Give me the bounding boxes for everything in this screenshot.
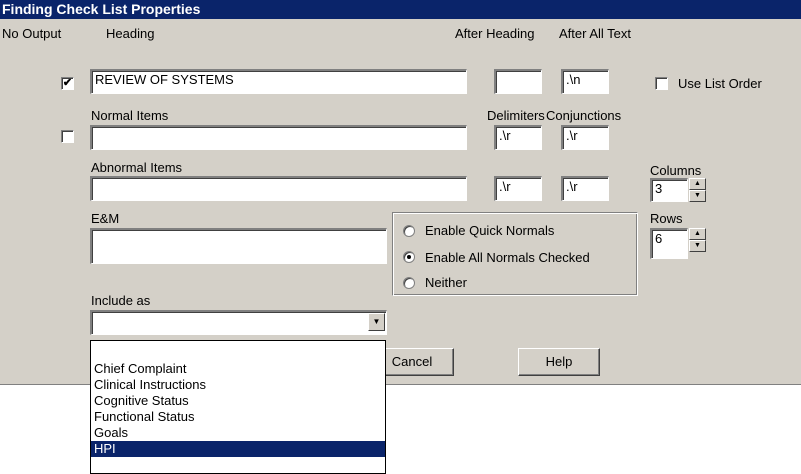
normal-conjunction-input[interactable]: .\r — [561, 125, 609, 150]
after-heading-input[interactable] — [494, 69, 542, 94]
no-output-normal-checkbox[interactable] — [61, 130, 74, 143]
dialog-title: Finding Check List Properties — [0, 0, 801, 19]
normal-items-label: Normal Items — [91, 108, 169, 123]
use-list-order-label: Use List Order — [678, 76, 762, 91]
normal-items-input[interactable] — [90, 125, 467, 150]
rows-input[interactable]: 6 — [650, 228, 688, 259]
include-as-dropdown-list[interactable]: Chief Complaint Clinical Instructions Co… — [90, 340, 386, 474]
radio-neither-label[interactable]: Neither — [425, 275, 467, 290]
radio-selected-dot — [407, 255, 411, 259]
radio-all-normals-checked[interactable] — [403, 251, 415, 263]
no-output-heading-checkbox[interactable]: ✔ — [61, 77, 74, 90]
rows-label: Rows — [650, 211, 683, 226]
spin-down-icon[interactable]: ▼ — [689, 190, 706, 202]
dropdown-item[interactable]: Functional Status — [91, 409, 385, 425]
delimiters-label: Delimiters — [487, 108, 545, 123]
columns-input[interactable]: 3 — [650, 178, 688, 202]
dropdown-arrow-icon[interactable]: ▼ — [368, 313, 385, 331]
use-list-order-checkbox[interactable] — [655, 77, 668, 90]
radio-quick-normals[interactable] — [403, 225, 415, 237]
rows-spinner[interactable]: ▲ ▼ — [689, 228, 706, 252]
include-as-label: Include as — [91, 293, 151, 308]
spin-down-icon[interactable]: ▼ — [689, 240, 706, 252]
radio-neither[interactable] — [403, 277, 415, 289]
checkmark-icon: ✔ — [62, 77, 73, 89]
dropdown-item-selected[interactable]: HPI — [91, 441, 385, 457]
columns-spinner[interactable]: ▲ ▼ — [689, 178, 706, 202]
normal-delimiter-input[interactable]: .\r — [494, 125, 542, 150]
include-as-select[interactable]: ▼ — [90, 310, 387, 335]
after-heading-label: After Heading — [455, 26, 535, 41]
dropdown-item[interactable]: Clinical Instructions — [91, 377, 385, 393]
em-label: E&M — [91, 211, 120, 226]
columns-label: Columns — [650, 163, 702, 178]
heading-input[interactable]: REVIEW OF SYSTEMS — [90, 69, 467, 94]
abnormal-delimiter-input[interactable]: .\r — [494, 176, 542, 201]
dropdown-item[interactable]: Goals — [91, 425, 385, 441]
abnormal-conjunction-input[interactable]: .\r — [561, 176, 609, 201]
dropdown-blank-row — [91, 341, 385, 361]
dropdown-item[interactable]: Cognitive Status — [91, 393, 385, 409]
abnormal-items-input[interactable] — [90, 176, 467, 201]
radio-quick-normals-label[interactable]: Enable Quick Normals — [425, 223, 554, 238]
spin-up-icon[interactable]: ▲ — [689, 228, 706, 240]
heading-label: Heading — [106, 26, 155, 41]
after-all-text-label: After All Text — [559, 26, 632, 41]
abnormal-items-label: Abnormal Items — [91, 160, 183, 175]
normals-option-group: Enable Quick Normals Enable All Normals … — [392, 212, 638, 296]
em-input[interactable] — [90, 228, 387, 264]
dropdown-item[interactable]: Chief Complaint — [91, 361, 385, 377]
help-button[interactable]: Help — [518, 348, 600, 376]
after-all-text-input[interactable]: .\n — [561, 69, 609, 94]
radio-all-normals-checked-label[interactable]: Enable All Normals Checked — [425, 250, 590, 265]
properties-dialog: Finding Check List Properties No Output … — [0, 0, 801, 385]
no-output-label: No Output — [2, 26, 62, 41]
spin-up-icon[interactable]: ▲ — [689, 178, 706, 190]
conjunctions-label: Conjunctions — [546, 108, 622, 123]
